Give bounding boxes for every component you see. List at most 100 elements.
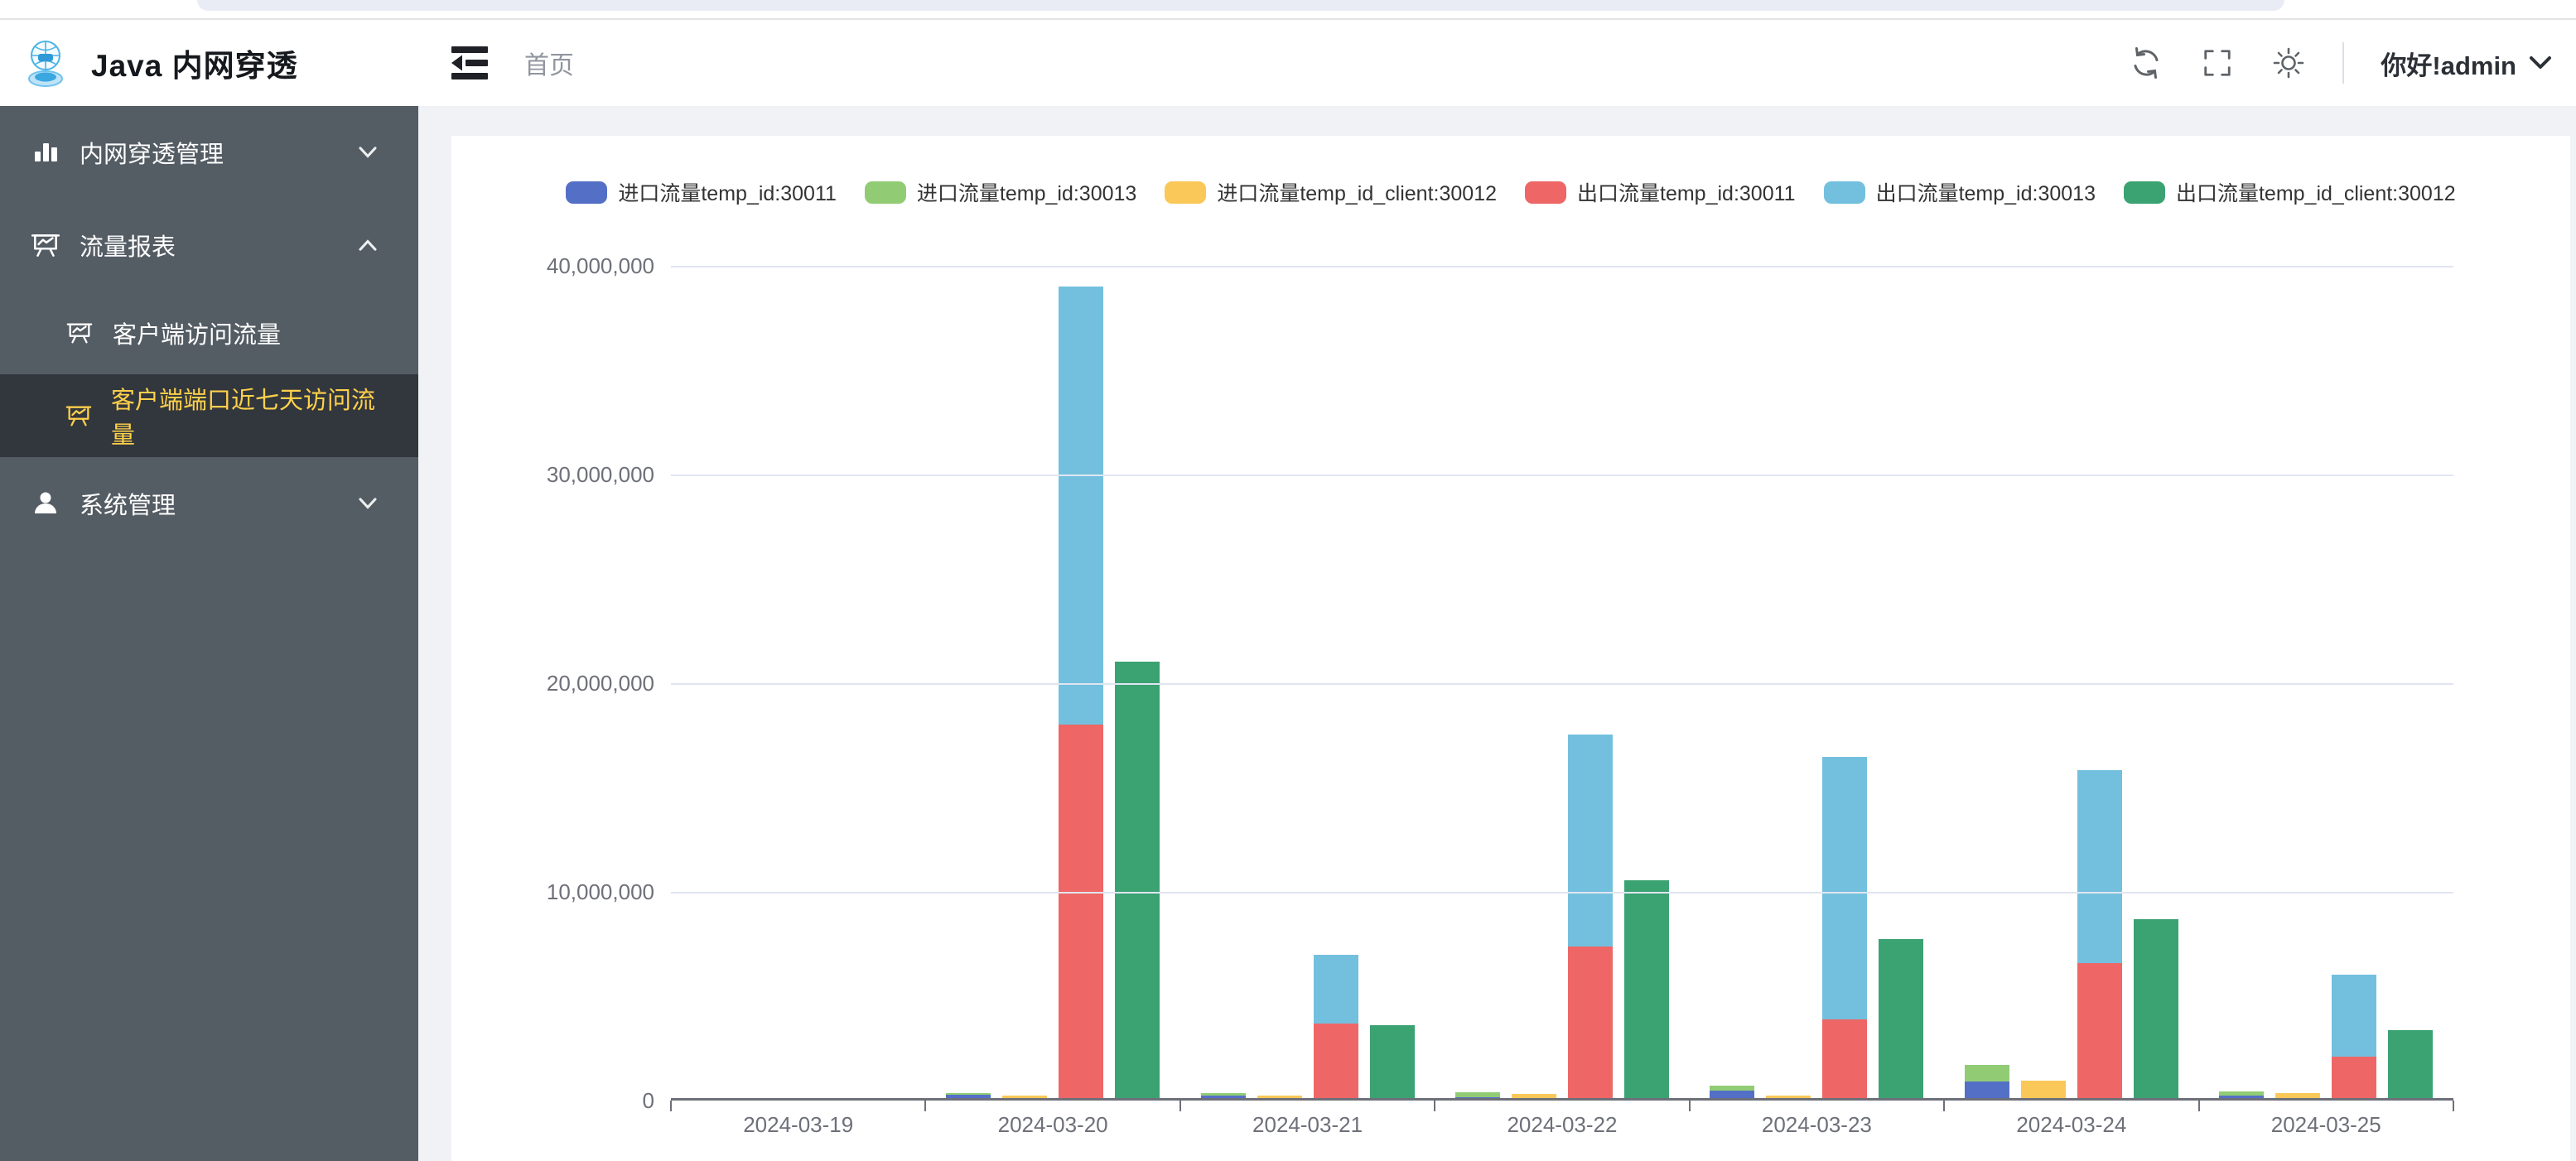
sidebar-menu: 内网穿透管理 流量报表 xyxy=(0,106,418,550)
breadcrumb[interactable]: 首页 xyxy=(524,45,574,81)
sidebar-item-label: 系统管理 xyxy=(80,486,357,521)
header-divider xyxy=(2342,42,2344,84)
legend-item[interactable]: 进口流量temp_id:30013 xyxy=(865,177,1136,207)
browser-chrome-strip xyxy=(0,0,2576,20)
bar-segment xyxy=(2332,1057,2376,1098)
fullscreen-icon[interactable] xyxy=(2200,46,2235,80)
bar-stack xyxy=(1568,735,1613,1098)
legend-label: 进口流量temp_id:30013 xyxy=(917,177,1136,207)
bar-cells xyxy=(671,266,2453,1098)
gridline xyxy=(671,475,2453,476)
bar-segment xyxy=(1115,662,1160,1098)
bar-segment xyxy=(946,1095,991,1098)
bar-stack xyxy=(1512,1094,1556,1098)
chart-card: 进口流量temp_id:30011 进口流量temp_id:30013 进口流量te… xyxy=(451,136,2570,1161)
bar-segment xyxy=(2275,1093,2320,1098)
x-axis-tick xyxy=(1689,1101,1691,1111)
bar-stack xyxy=(2134,919,2178,1098)
bar-segment xyxy=(2077,770,2122,963)
chevron-down-icon xyxy=(357,496,379,511)
bar-segment xyxy=(1257,1096,1302,1098)
bar-stack xyxy=(2388,1030,2433,1098)
category-group xyxy=(1690,266,1944,1098)
bar-segment xyxy=(1059,287,1103,725)
x-axis-label: 2024-03-23 xyxy=(1690,1112,1944,1138)
main-content: 进口流量temp_id:30011 进口流量temp_id:30013 进口流量te… xyxy=(418,106,2576,1161)
sidebar-subitem-client-port-7day-traffic[interactable]: 客户端端口近七天访问流量 xyxy=(0,374,418,457)
data-board-icon xyxy=(30,229,61,261)
bar-segment xyxy=(2388,1030,2433,1098)
legend-marker xyxy=(2124,181,2165,204)
legend-marker xyxy=(1824,181,1865,204)
chart-legend: 进口流量temp_id:30011 进口流量temp_id:30013 进口流量te… xyxy=(451,177,2570,207)
bar-segment xyxy=(2077,963,2122,1098)
sidebar-item-traffic-reports[interactable]: 流量报表 xyxy=(0,199,418,291)
sidebar-subitem-client-traffic[interactable]: 客户端访问流量 xyxy=(0,291,418,374)
legend-item[interactable]: 进口流量temp_id:30011 xyxy=(566,177,837,207)
bar-segment xyxy=(1002,1096,1047,1098)
legend-item[interactable]: 出口流量temp_id:30013 xyxy=(1824,177,2096,207)
y-axis-tick-label: 0 xyxy=(464,1088,654,1114)
y-axis-tick-label: 20,000,000 xyxy=(464,671,654,696)
legend-item[interactable]: 进口流量temp_id_client:30012 xyxy=(1165,177,1497,207)
bar-stack xyxy=(1624,880,1669,1098)
bar-segment xyxy=(1822,757,1867,1019)
bar-stack xyxy=(1710,1086,1754,1098)
browser-omnibox-bottom xyxy=(197,0,2284,11)
bar-stack xyxy=(1257,1096,1302,1098)
bar-segment xyxy=(1568,735,1613,947)
category-group xyxy=(671,266,925,1098)
legend-label: 出口流量temp_id:30013 xyxy=(1876,177,2096,207)
bar-stack xyxy=(1115,662,1160,1098)
fold-sidebar-icon[interactable] xyxy=(451,46,490,80)
bar-segment xyxy=(1370,1025,1415,1098)
chevron-up-icon xyxy=(357,238,379,253)
bar-segment xyxy=(1314,1024,1358,1098)
bar-segment xyxy=(1059,725,1103,1098)
bar-segment xyxy=(2021,1081,2066,1098)
sidebar-item-system-management[interactable]: 系统管理 xyxy=(0,457,418,550)
bar-stack xyxy=(946,1093,991,1098)
y-axis-tick-label: 40,000,000 xyxy=(464,253,654,279)
legend-label: 进口流量temp_id:30011 xyxy=(618,177,837,207)
app-logo-icon xyxy=(18,36,73,90)
bar-segment xyxy=(1455,1097,1500,1099)
bar-segment xyxy=(1624,880,1669,1098)
category-group xyxy=(1944,266,2198,1098)
app-title: Java 内网穿透 xyxy=(91,41,298,85)
gridline xyxy=(671,266,2453,267)
x-axis-label: 2024-03-22 xyxy=(1435,1112,1689,1138)
legend-marker xyxy=(566,181,607,204)
bar-stack xyxy=(1766,1096,1811,1098)
bar-stack xyxy=(1879,939,1923,1098)
theme-sun-icon[interactable] xyxy=(2271,46,2306,80)
user-dropdown[interactable]: 你好!admin xyxy=(2381,45,2553,82)
bar-segment xyxy=(1314,955,1358,1024)
data-board-icon xyxy=(65,401,93,431)
bar-segment xyxy=(1201,1096,1246,1098)
plot-area: 2024-03-192024-03-202024-03-212024-03-22… xyxy=(671,266,2453,1101)
bar-segment xyxy=(1822,1019,1867,1098)
legend-item[interactable]: 出口流量temp_id:30011 xyxy=(1525,177,1796,207)
x-axis-label: 2024-03-21 xyxy=(1180,1112,1435,1138)
x-axis-label: 2024-03-24 xyxy=(1944,1112,2198,1138)
x-axis-tick xyxy=(1179,1101,1181,1111)
refresh-icon[interactable] xyxy=(2129,46,2164,80)
sidebar-item-tunnel-management[interactable]: 内网穿透管理 xyxy=(0,106,418,199)
bar-stack xyxy=(1314,955,1358,1098)
legend-item[interactable]: 出口流量temp_id_client:30012 xyxy=(2124,177,2456,207)
legend-label: 出口流量temp_id_client:30012 xyxy=(2176,177,2456,207)
bar-stack xyxy=(2275,1093,2320,1098)
sidebar-item-label: 流量报表 xyxy=(80,228,357,263)
bar-segment xyxy=(1965,1082,2009,1098)
bar-stack xyxy=(2021,1081,2066,1098)
bar-stack xyxy=(1370,1025,1415,1098)
bar-chart-icon xyxy=(30,137,61,168)
bar-stack xyxy=(1455,1092,1500,1098)
bar-segment xyxy=(2219,1096,2264,1098)
x-axis-tick xyxy=(1943,1101,1945,1111)
x-axis-tick xyxy=(924,1101,926,1111)
x-axis-label: 2024-03-25 xyxy=(2199,1112,2453,1138)
sidebar-item-label: 内网穿透管理 xyxy=(80,135,357,170)
user-greeting: 你好!admin xyxy=(2381,45,2516,82)
